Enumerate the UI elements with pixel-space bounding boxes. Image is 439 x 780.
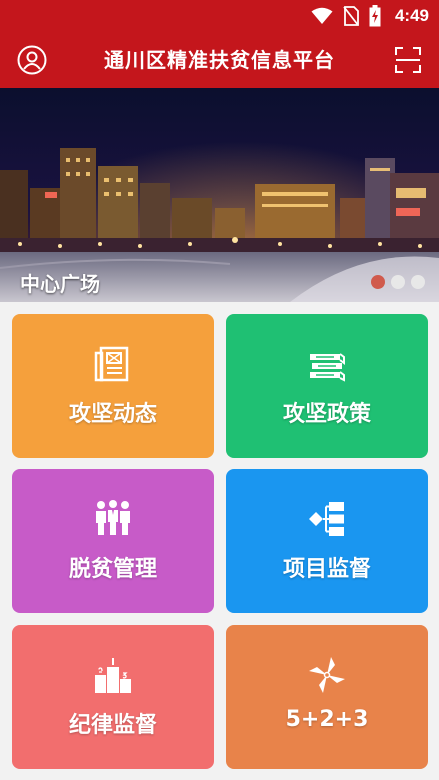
tile-xiangmu-jiandu[interactable]: 项目监督 <box>226 469 428 613</box>
banner-caption: 中心广场 <box>20 272 100 296</box>
tile-label: 纪律监督 <box>68 713 157 738</box>
tile-5-2-3[interactable]: 5+2+3 <box>226 625 428 769</box>
wifi-icon <box>311 7 333 24</box>
status-icons: 4:49 <box>311 4 429 28</box>
page-title: 通川区精准扶贫信息平台 <box>104 48 335 72</box>
people-icon <box>96 500 130 535</box>
tile-label: 5+2+3 <box>285 707 369 732</box>
tile-gongjian-zhengce[interactable]: 攻坚政策 <box>226 314 428 458</box>
tile-label: 攻坚政策 <box>282 402 371 427</box>
tile-jilv-jiandu[interactable]: 纪律监督 <box>12 625 214 769</box>
books-icon <box>310 353 345 382</box>
status-bar: 4:49 <box>0 0 439 32</box>
carousel-dot-1[interactable] <box>371 275 385 289</box>
battery-charging-icon <box>369 5 381 27</box>
user-avatar-button[interactable] <box>17 45 47 75</box>
user-avatar-icon <box>17 45 47 75</box>
podium-icon <box>95 658 131 693</box>
no-sim-icon <box>343 6 359 26</box>
windmill-icon <box>309 657 345 693</box>
news-icon <box>94 346 129 382</box>
scan-icon <box>395 47 421 73</box>
tile-label: 攻坚动态 <box>68 402 157 427</box>
carousel-indicators <box>371 275 425 289</box>
tile-tuopin-guanli[interactable]: 脱贫管理 <box>12 469 214 613</box>
tile-label: 脱贫管理 <box>68 557 157 582</box>
tile-label: 项目监督 <box>282 557 371 582</box>
scan-button[interactable] <box>394 46 422 74</box>
banner-carousel[interactable]: 中心广场 <box>0 88 439 302</box>
app-bar: 通川区精准扶贫信息平台 <box>0 32 439 88</box>
carousel-dot-3[interactable] <box>411 275 425 289</box>
status-time: 4:49 <box>394 6 429 25</box>
tile-gongjian-dongtai[interactable]: 攻坚动态 <box>12 314 214 458</box>
flow-icon <box>309 502 344 536</box>
carousel-dot-2[interactable] <box>391 275 405 289</box>
